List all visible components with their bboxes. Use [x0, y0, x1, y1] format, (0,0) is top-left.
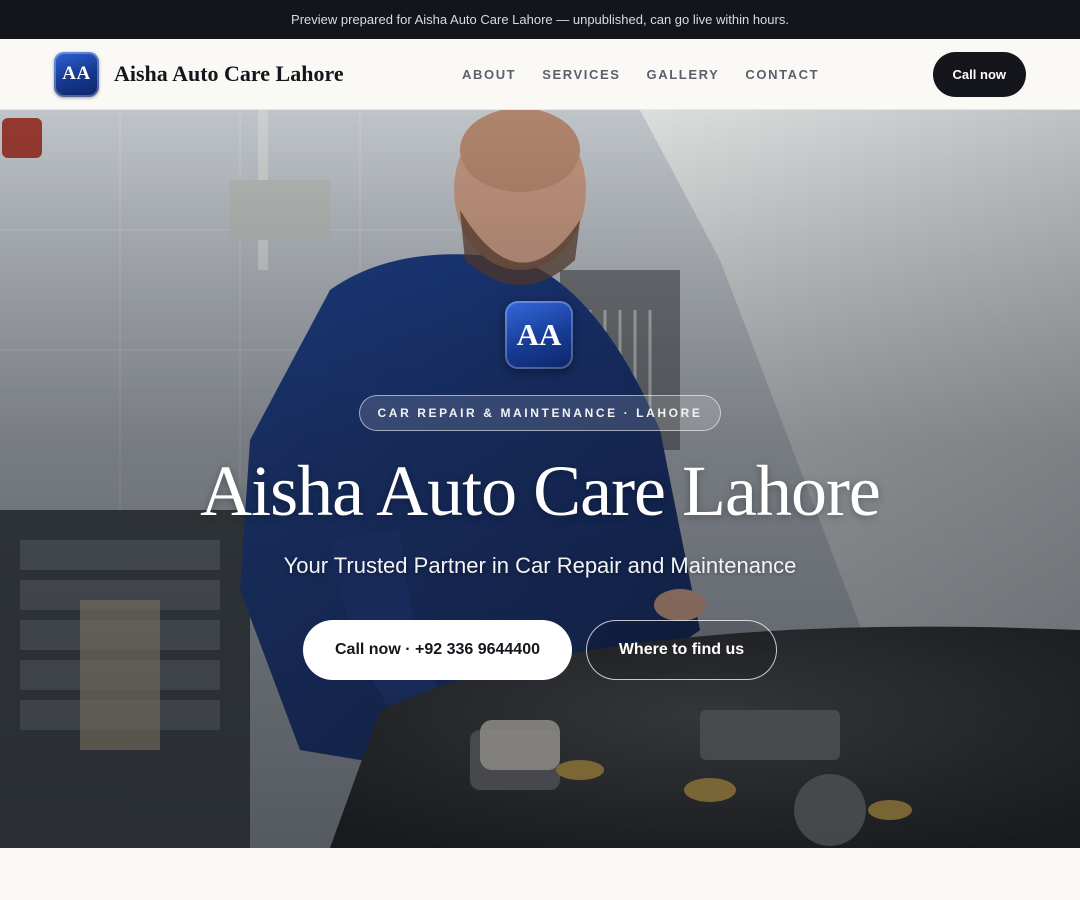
header-call-button[interactable]: Call now: [932, 52, 1026, 97]
nav-gallery-link[interactable]: GALLERY: [647, 67, 720, 82]
site-header: AA Aisha Auto Care Lahore ABOUT SERVICES…: [0, 39, 1080, 110]
brand-logo-initials: AA: [62, 63, 91, 84]
nav-about-link[interactable]: ABOUT: [462, 67, 516, 82]
hero-content: AA CAR REPAIR & MAINTENANCE · LAHORE Ais…: [0, 110, 1080, 848]
where-to-find-us-button[interactable]: Where to find us: [586, 620, 777, 680]
hero-actions: Call now · +92 336 9644400 Where to find…: [303, 620, 777, 680]
hero-tag-pill: CAR REPAIR & MAINTENANCE · LAHORE: [359, 395, 721, 431]
hero-logo-badge: AA: [505, 301, 573, 369]
below-hero-section: [0, 848, 1080, 900]
main-nav: ABOUT SERVICES GALLERY CONTACT: [462, 39, 819, 110]
preview-banner-text: Preview prepared for Aisha Auto Care Lah…: [291, 12, 789, 27]
brand-logo-badge: AA: [54, 51, 99, 97]
nav-services-link[interactable]: SERVICES: [542, 67, 620, 82]
hero-title: Aisha Auto Care Lahore: [200, 451, 881, 531]
hero-tag-text: CAR REPAIR & MAINTENANCE · LAHORE: [377, 406, 703, 420]
hero-call-button[interactable]: Call now · +92 336 9644400: [303, 620, 572, 680]
brand-home-link[interactable]: AA Aisha Auto Care Lahore: [54, 51, 344, 97]
nav-contact-link[interactable]: CONTACT: [745, 67, 819, 82]
preview-banner: Preview prepared for Aisha Auto Care Lah…: [0, 0, 1080, 39]
brand-name: Aisha Auto Care Lahore: [114, 61, 344, 86]
hero-section: AA CAR REPAIR & MAINTENANCE · LAHORE Ais…: [0, 110, 1080, 848]
hero-logo-initials: AA: [516, 317, 562, 352]
hero-subtitle: Your Trusted Partner in Car Repair and M…: [283, 553, 797, 578]
